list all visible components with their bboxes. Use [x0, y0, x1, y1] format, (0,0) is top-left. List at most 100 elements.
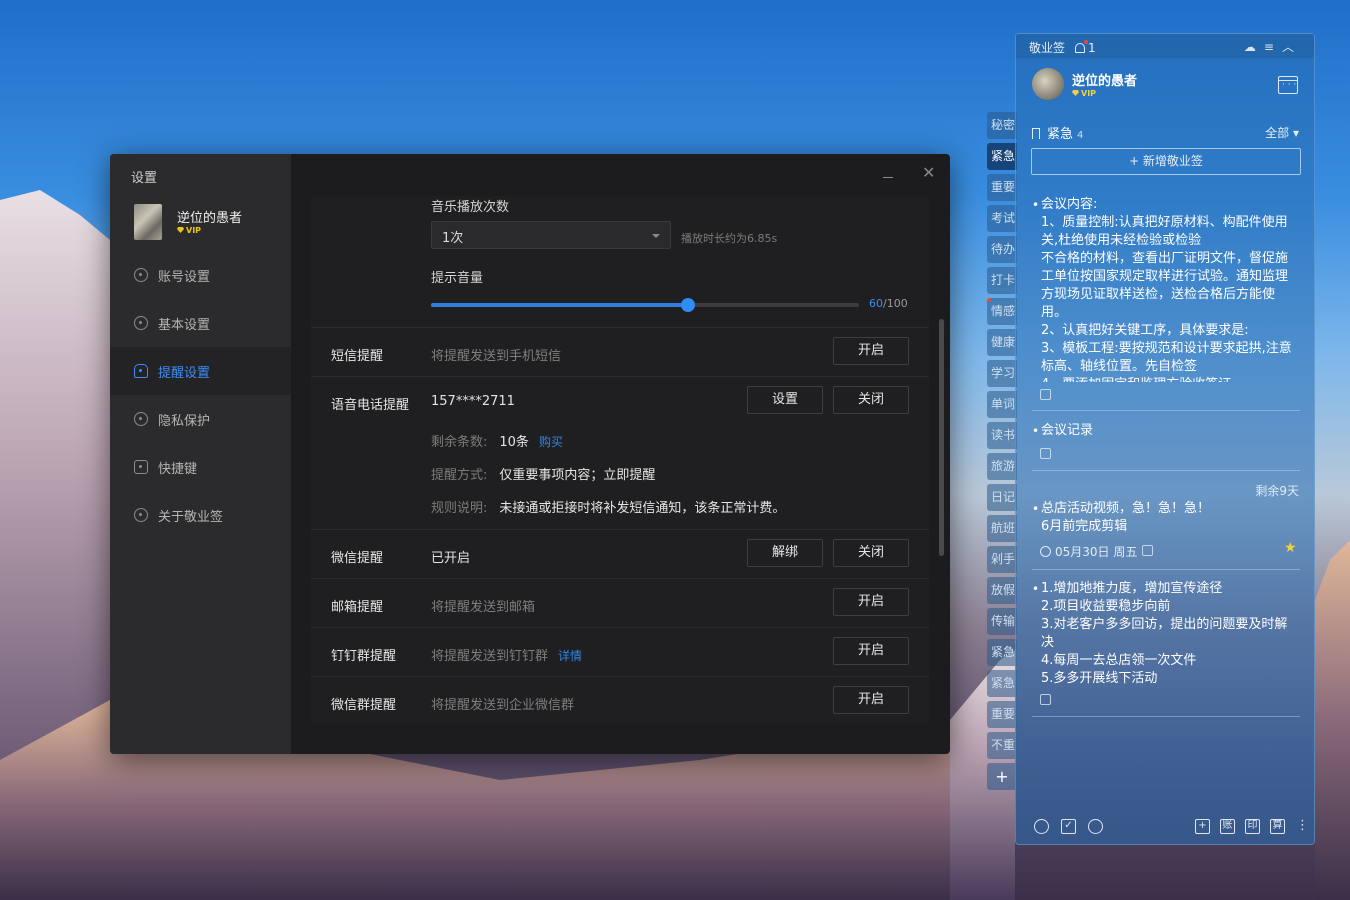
category-tab[interactable]: 紧急 — [987, 670, 1017, 697]
music-count-select[interactable]: 1次 — [431, 221, 671, 249]
category-tab-label: 情感 — [991, 304, 1016, 318]
diamond-icon — [177, 227, 184, 233]
category-tab[interactable]: 情感 — [987, 298, 1017, 325]
clock-icon[interactable] — [1034, 819, 1049, 834]
menu-item-label: 提醒设置 — [158, 365, 211, 381]
dingtalk-details-link[interactable]: 详情 — [558, 649, 582, 663]
vip-label: VIP — [186, 226, 202, 235]
star-icon[interactable]: ★ — [1284, 540, 1297, 556]
note-app-title: 敬业签 1 — [1029, 39, 1096, 56]
add-category-tab[interactable]: + — [987, 763, 1017, 790]
check-icon[interactable]: ✓ — [1061, 819, 1076, 834]
collapse-icon[interactable]: ︿ — [1282, 40, 1302, 54]
bullet: • — [1032, 582, 1040, 596]
ledger-icon[interactable]: 账 — [1220, 819, 1235, 834]
volume-slider[interactable] — [431, 298, 859, 312]
remaining-days: 剩余9天 — [1255, 484, 1299, 498]
close-button[interactable]: ✕ — [922, 163, 935, 182]
menu-item-reminder[interactable]: 提醒设置 — [110, 347, 291, 395]
wecom-enable-button[interactable]: 开启 — [833, 686, 909, 714]
volume-slider-fill — [431, 303, 688, 307]
rule-value: 未接通或拒接时将补发短信通知，该条正常计费。 — [499, 501, 786, 516]
category-tab[interactable]: 日记 — [987, 484, 1017, 511]
dingtalk-desc-wrap: 将提醒发送到钉钉群 详情 — [431, 645, 582, 664]
voice-settings-button[interactable]: 设置 — [747, 386, 823, 414]
remaining-value: 10条 — [499, 435, 529, 450]
category-tab[interactable]: 单词 — [987, 391, 1017, 418]
category-tab[interactable]: 重要 — [987, 701, 1017, 728]
minimize-button[interactable] — [883, 164, 893, 178]
category-tab[interactable]: 剁手 — [987, 546, 1017, 573]
voice-label: 语音电话提醒 — [331, 398, 410, 413]
add-icon[interactable]: + — [1195, 819, 1210, 834]
add-note-button[interactable]: + 新增敬业签 — [1031, 148, 1301, 175]
user-profile[interactable]: 逆位的愚者 VIP — [134, 204, 284, 244]
search-icon[interactable] — [1088, 819, 1103, 834]
note-item[interactable]: • 会议内容: 1、质量控制:认真把好原材料、构配件使用关,杜绝使用未经检验或检验… — [1032, 196, 1300, 382]
dingtalk-reminder-row: 钉钉群提醒 将提醒发送到钉钉群 详情 开启 — [311, 627, 929, 676]
sound-section: 音乐播放次数 1次 播放时长约为6.85s 提示音量 60/100 — [311, 196, 929, 327]
calc-icon[interactable]: 算 — [1270, 819, 1285, 834]
note-item[interactable]: • 1.增加地推力度，增加宣传途径 2.项目收益要稳步向前 3.对老客户多多回访，… — [1032, 580, 1300, 688]
note-attachment-icon[interactable] — [1040, 448, 1051, 459]
divider — [1032, 470, 1300, 471]
filter-dropdown[interactable]: 全部 ▾ — [1265, 124, 1299, 141]
category-tab[interactable]: 传输 — [987, 608, 1017, 635]
user-icon — [134, 268, 148, 282]
wechat-disable-button[interactable]: 关闭 — [833, 539, 909, 567]
menu-item-basic[interactable]: 基本设置 — [110, 299, 291, 347]
category-tab[interactable]: 学习 — [987, 360, 1017, 387]
note-attachment-icon[interactable] — [1040, 694, 1051, 705]
print-icon[interactable]: 印 — [1245, 819, 1260, 834]
category-tab[interactable]: 不重 — [987, 732, 1017, 759]
category-tab[interactable]: 待办 — [987, 236, 1017, 263]
avatar[interactable] — [1032, 68, 1064, 100]
note-attachment-icon[interactable] — [1142, 545, 1153, 556]
dingtalk-desc: 将提醒发送到钉钉群 — [431, 649, 549, 664]
info-icon — [134, 508, 148, 522]
music-count-label: 音乐播放次数 — [431, 200, 510, 215]
wechat-unbind-button[interactable]: 解绑 — [747, 539, 823, 567]
category-tab[interactable]: 旅游 — [987, 453, 1017, 480]
category-tab[interactable]: 考试 — [987, 205, 1017, 232]
email-enable-button[interactable]: 开启 — [833, 588, 909, 616]
menu-item-label: 基本设置 — [158, 317, 211, 333]
category-tab[interactable]: 秘密 — [987, 112, 1017, 139]
settings-menu: 账号设置 基本设置 提醒设置 隐私保护 快捷键 关于敬业签 — [110, 251, 291, 539]
category-tab[interactable]: 航班 — [987, 515, 1017, 542]
bell-icon[interactable] — [1075, 40, 1089, 53]
calendar-icon[interactable] — [1278, 76, 1298, 94]
volume-slider-handle[interactable] — [680, 298, 695, 312]
menu-item-about[interactable]: 关于敬业签 — [110, 491, 291, 539]
note-item[interactable]: • 总店活动视频，急！急！急！ 6月前完成剪辑 — [1032, 500, 1300, 536]
menu-item-shortcut[interactable]: 快捷键 — [110, 443, 291, 491]
cloud-icon[interactable]: ☁ — [1244, 40, 1264, 54]
menu-icon[interactable]: ≡ — [1264, 40, 1282, 54]
voice-disable-button[interactable]: 关闭 — [833, 386, 909, 414]
note-item[interactable]: • 会议记录 — [1032, 422, 1300, 440]
wecom-reminder-row: 微信群提醒 将提醒发送到企业微信群 开启 — [311, 676, 929, 724]
note-attachment-icon[interactable] — [1040, 389, 1051, 400]
buy-link[interactable]: 购买 — [539, 435, 563, 449]
category-tab[interactable]: 打卡 — [987, 267, 1017, 294]
category-tab[interactable]: 健康 — [987, 329, 1017, 356]
settings-window: 设置 逆位的愚者 VIP 账号设置 基本设置 提醒设置 隐私保护 快捷键 关于敬… — [110, 154, 950, 754]
chevron-down-icon — [652, 234, 660, 238]
category-tab[interactable]: 重要 — [987, 174, 1017, 201]
menu-item-account[interactable]: 账号设置 — [110, 251, 291, 299]
menu-item-label: 关于敬业签 — [158, 509, 224, 525]
category-tab[interactable]: 紧急 — [987, 639, 1017, 666]
content-scrollbar[interactable] — [939, 319, 944, 556]
email-desc: 将提醒发送到邮箱 — [431, 600, 536, 615]
wecom-label: 微信群提醒 — [331, 698, 397, 713]
category-tab[interactable]: 读书 — [987, 422, 1017, 449]
menu-item-privacy[interactable]: 隐私保护 — [110, 395, 291, 443]
dingtalk-enable-button[interactable]: 开启 — [833, 637, 909, 665]
mode-key: 提醒方式: — [431, 468, 488, 483]
divider — [1032, 410, 1300, 411]
sms-enable-button[interactable]: 开启 — [833, 337, 909, 365]
more-icon[interactable]: ⋮ — [1296, 818, 1309, 833]
category-tab[interactable]: 紧急 — [987, 143, 1017, 170]
category-tab[interactable]: 放假 — [987, 577, 1017, 604]
vip-badge: VIP — [1072, 89, 1096, 98]
